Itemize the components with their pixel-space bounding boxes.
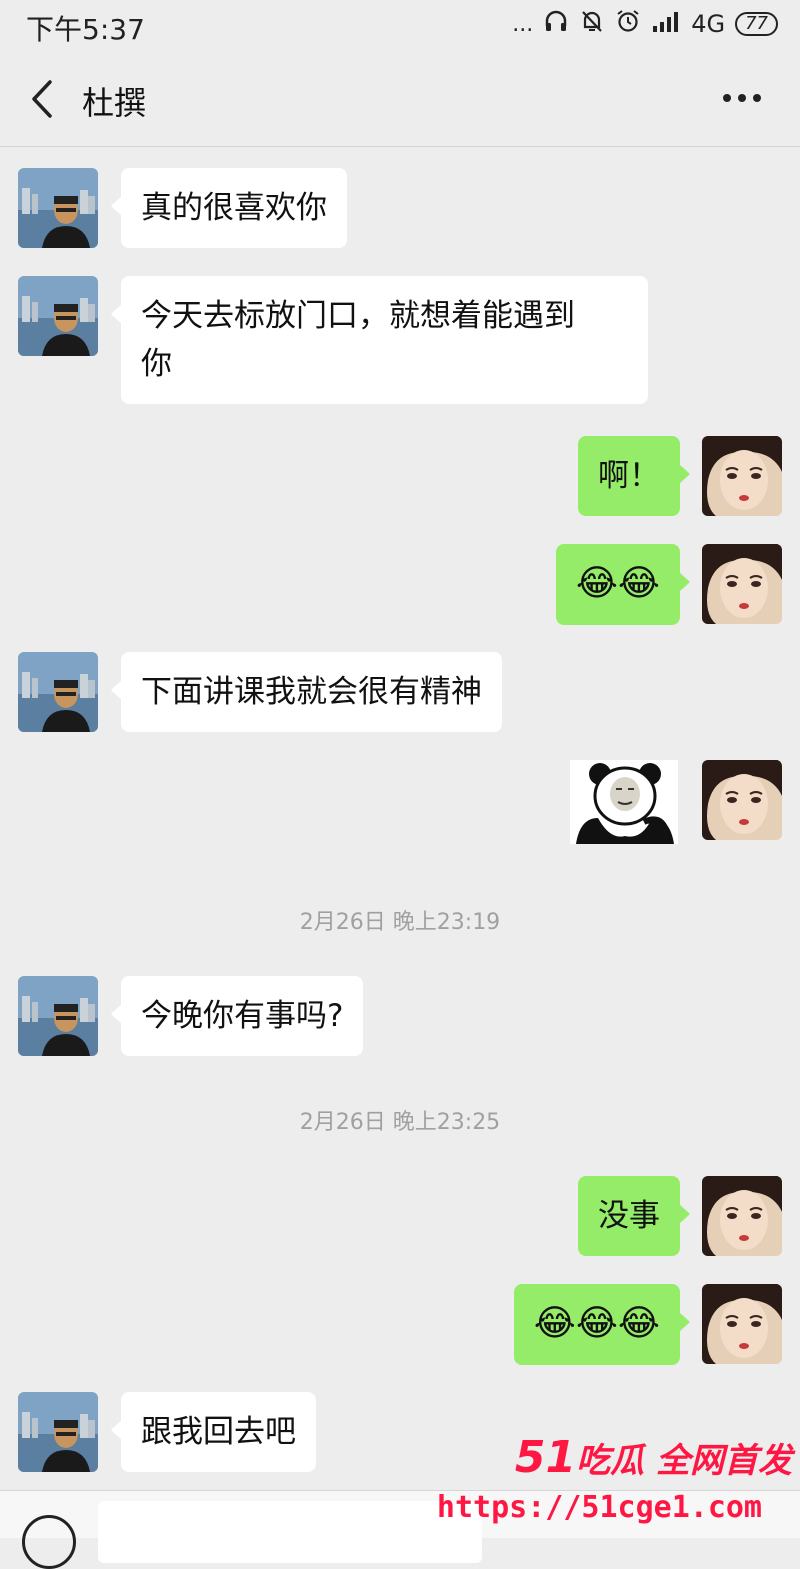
chat-header: 杜撰 (0, 52, 800, 147)
watermark-brand: 51吃瓜 全网首发 (514, 1432, 792, 1483)
alarm-icon (615, 8, 641, 40)
message-text: 下面讲课我就会很有精神 (141, 674, 482, 710)
my-avatar[interactable] (702, 436, 782, 516)
message-text: 今晚你有事吗? (141, 998, 344, 1034)
incoming-message[interactable]: 跟我回去吧 (111, 1392, 316, 1472)
chat-title: 杜撰 (82, 84, 147, 122)
outgoing-message[interactable]: 没事 (578, 1176, 690, 1256)
timestamp: 2月26日 晚上23:19 (299, 910, 501, 935)
watermark: 51吃瓜 全网首发 https://51cge1.com (437, 1432, 792, 1537)
message-text: 啊！ (598, 458, 660, 494)
incoming-message[interactable]: 下面讲课我就会很有精神 (111, 652, 502, 732)
outgoing-message[interactable]: 啊！ (578, 436, 690, 516)
status-bar: 下午5:37 ... 4G 77 (0, 0, 800, 52)
my-avatar[interactable] (702, 760, 782, 840)
incoming-message[interactable]: 今晚你有事吗? (110, 976, 364, 1056)
message-text: 跟我回去吧 (141, 1414, 296, 1450)
my-avatar[interactable] (702, 544, 782, 624)
watermark-url: https://51cge1.com (436, 1490, 762, 1525)
contact-avatar[interactable] (18, 1392, 98, 1472)
message-input[interactable] (98, 1501, 482, 1563)
signal-icon (651, 10, 681, 38)
panda-sticker[interactable] (570, 760, 678, 844)
mute-bell-icon (579, 8, 605, 40)
contact-avatar[interactable] (18, 976, 98, 1056)
outgoing-message[interactable]: 😂😂😂 (513, 1284, 691, 1365)
message-text: 今天去标放门口，就想着能遇到 (141, 298, 575, 334)
chevron-left-icon (32, 80, 52, 118)
status-icons: ... 4G 77 (512, 8, 778, 40)
voice-input-button[interactable] (22, 1515, 76, 1569)
battery-icon: 77 (735, 12, 778, 36)
network-type: 4G (691, 10, 726, 38)
headphones-icon (543, 8, 569, 40)
my-avatar[interactable] (702, 1176, 782, 1256)
incoming-message[interactable]: 真的很喜欢你 (111, 168, 347, 248)
panda-meme-icon (570, 760, 678, 844)
message-text: 真的很喜欢你 (141, 190, 327, 226)
contact-avatar[interactable] (18, 652, 98, 732)
contact-avatar[interactable] (18, 168, 98, 248)
laughing-tears-emoji: 😂😂😂 (533, 1303, 660, 1344)
message-text: 没事 (598, 1198, 660, 1234)
status-time: 下午5:37 (26, 13, 145, 46)
more-notifications-icon: ... (512, 11, 534, 37)
my-avatar[interactable] (702, 1284, 782, 1364)
more-options-button[interactable] (720, 80, 764, 116)
incoming-message[interactable]: 今天去标放门口，就想着能遇到 你 (111, 276, 648, 404)
laughing-tears-emoji: 😂😂 (575, 563, 660, 604)
more-dots-icon (723, 94, 761, 102)
back-button[interactable] (22, 76, 62, 122)
outgoing-message[interactable]: 😂😂 (555, 544, 691, 625)
contact-avatar[interactable] (18, 276, 98, 356)
timestamp: 2月26日 晚上23:25 (299, 1110, 501, 1135)
message-text: 你 (141, 346, 172, 382)
